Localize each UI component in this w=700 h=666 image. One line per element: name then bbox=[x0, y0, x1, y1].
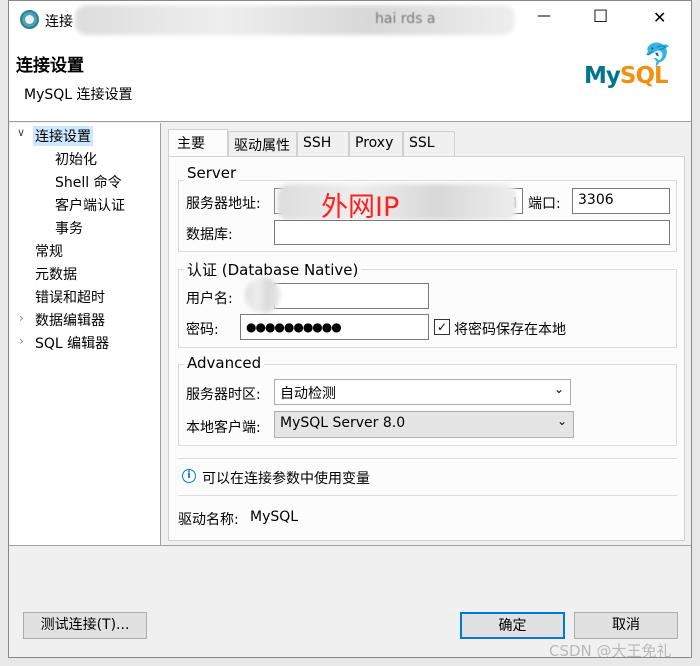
chevron-down-icon: ⌄ bbox=[556, 414, 567, 428]
database-input[interactable] bbox=[274, 220, 670, 245]
timezone-label: 服务器时区: bbox=[186, 387, 261, 403]
minimize-button[interactable]: — bbox=[537, 8, 551, 24]
chevron-down-icon: ⌄ bbox=[553, 382, 564, 396]
tree-item-transaction[interactable]: 事务 bbox=[55, 218, 83, 238]
mysql-logo: 🐬 MySQL bbox=[584, 43, 671, 89]
window-title-suffix: hai rds a bbox=[375, 11, 436, 27]
port-input[interactable]: 3306 bbox=[572, 188, 670, 214]
close-button[interactable]: ✕ bbox=[653, 8, 666, 27]
database-label: 数据库: bbox=[186, 227, 233, 243]
tab-ssl[interactable]: SSL bbox=[403, 131, 455, 156]
divider bbox=[178, 458, 677, 459]
chevron-down-icon[interactable]: ∨ bbox=[17, 126, 25, 139]
tree-item-sql-editor[interactable]: SQL 编辑器 bbox=[35, 333, 109, 353]
tree-item-shell[interactable]: Shell 命令 bbox=[55, 172, 122, 192]
username-blur bbox=[245, 277, 281, 313]
tree-item-init[interactable]: 初始化 bbox=[55, 149, 97, 169]
page-subtitle: MySQL 连接设置 bbox=[24, 87, 133, 103]
tree-item-data-editor[interactable]: 数据编辑器 bbox=[35, 310, 105, 330]
tab-main[interactable]: 主要 bbox=[168, 129, 228, 157]
driver-value: MySQL bbox=[250, 509, 299, 525]
title-bar: 连接 hai rds a — ☐ ✕ bbox=[9, 1, 691, 39]
save-password-label[interactable]: 将密码保存在本地 bbox=[454, 319, 566, 339]
port-label: 端口: bbox=[528, 196, 561, 212]
dialog-header: 连接设置 MySQL 连接设置 🐬 MySQL bbox=[9, 39, 691, 122]
tab-ssh[interactable]: SSH bbox=[297, 131, 349, 156]
local-client-select[interactable]: MySQL Server 8.0 ⌄ bbox=[274, 411, 574, 438]
watermark: CSDN @大王免礼 bbox=[549, 642, 672, 658]
blurred-title bbox=[75, 5, 515, 35]
password-input[interactable]: ●●●●●●●●●● bbox=[240, 314, 429, 340]
page-title: 连接设置 bbox=[16, 56, 84, 76]
driver-label: 驱动名称: bbox=[178, 512, 239, 528]
tab-proxy[interactable]: Proxy bbox=[349, 131, 403, 156]
divider bbox=[178, 495, 677, 496]
dolphin-icon: 🐬 bbox=[644, 43, 671, 68]
chevron-right-icon[interactable]: › bbox=[19, 334, 24, 348]
tree-item-metadata[interactable]: 元数据 bbox=[35, 264, 77, 284]
chevron-right-icon[interactable]: › bbox=[19, 311, 24, 325]
timezone-select[interactable]: 自动检测 ⌄ bbox=[274, 379, 571, 405]
info-icon: i bbox=[182, 469, 196, 483]
tree-item-errors[interactable]: 错误和超时 bbox=[35, 287, 105, 307]
test-connection-button[interactable]: 测试连接(T)... bbox=[23, 612, 147, 639]
tree-item-general[interactable]: 常规 bbox=[35, 241, 63, 261]
advanced-legend: Advanced bbox=[184, 354, 265, 372]
cancel-button[interactable]: 取消 bbox=[574, 612, 678, 639]
connection-dialog: 连接 hai rds a — ☐ ✕ 连接设置 MySQL 连接设置 🐬 MyS… bbox=[8, 0, 692, 658]
app-icon bbox=[20, 10, 39, 29]
client-label: 本地客户端: bbox=[186, 420, 261, 436]
host-overlay-annotation: 外网IP bbox=[321, 192, 400, 223]
host-label: 服务器地址: bbox=[186, 196, 261, 212]
password-label: 密码: bbox=[186, 322, 219, 338]
auth-legend: 认证 (Database Native) bbox=[184, 259, 362, 280]
tab-driver-props[interactable]: 驱动属性 bbox=[228, 131, 297, 156]
settings-tree: ∨ 连接设置 初始化 Shell 命令 客户端认证 事务 常规 元数据 错误和超… bbox=[10, 123, 161, 545]
username-label: 用户名: bbox=[186, 291, 233, 307]
username-input[interactable] bbox=[274, 283, 429, 309]
save-password-checkbox[interactable]: ✓ bbox=[434, 319, 450, 335]
tree-item-client-auth[interactable]: 客户端认证 bbox=[55, 195, 125, 215]
info-text: 可以在连接参数中使用变量 bbox=[202, 471, 370, 487]
ok-button[interactable]: 确定 bbox=[460, 612, 565, 639]
window-title: 连接 bbox=[45, 14, 73, 30]
bottom-separator bbox=[9, 545, 691, 546]
tree-item-connection[interactable]: 连接设置 bbox=[33, 126, 93, 146]
maximize-button[interactable]: ☐ bbox=[593, 7, 608, 27]
server-legend: Server bbox=[184, 164, 240, 182]
